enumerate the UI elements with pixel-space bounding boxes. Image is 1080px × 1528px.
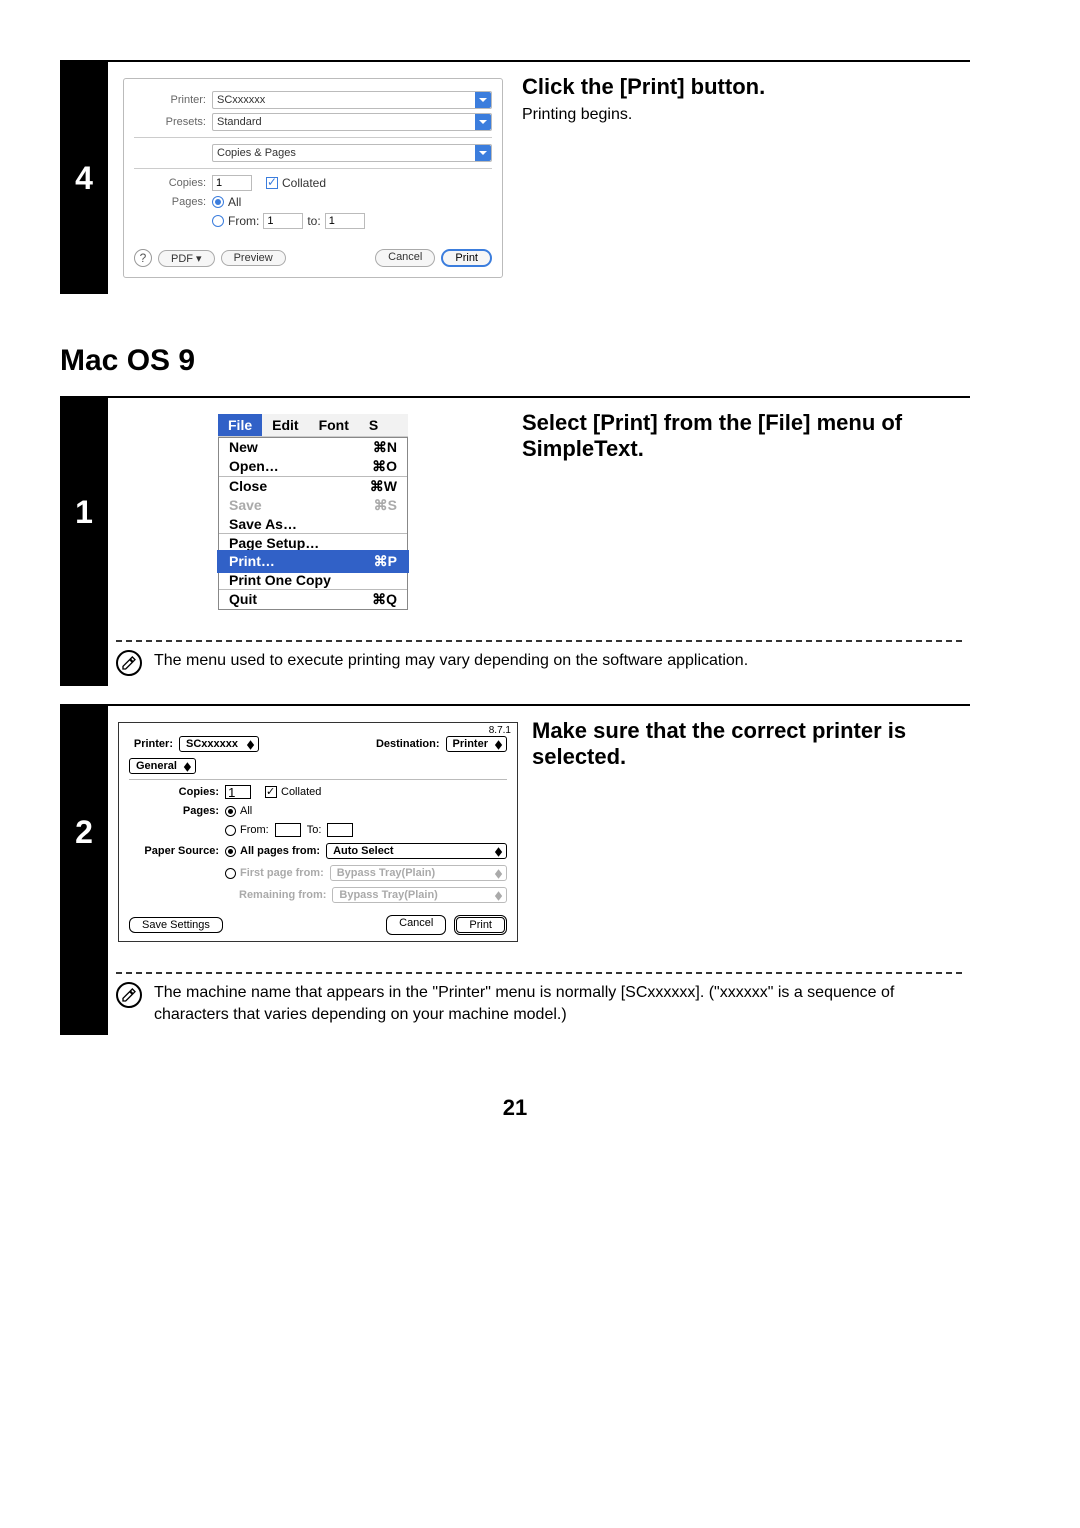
- menu-item[interactable]: Print…⌘P: [219, 552, 407, 571]
- step-2-block: 2 8.7.1 Printer: SCxxxxxx Destination: P…: [60, 704, 970, 958]
- menu-item[interactable]: New⌘N: [219, 438, 407, 457]
- presets-select[interactable]: Standard: [212, 113, 492, 131]
- menubar: File Edit Font S: [218, 414, 408, 437]
- step-4-desc: Printing begins.: [522, 106, 970, 124]
- print-button[interactable]: Print: [441, 249, 492, 267]
- menubar-file[interactable]: File: [218, 414, 262, 436]
- os9-dest-label: Destination:: [376, 738, 446, 750]
- help-button[interactable]: ?: [134, 249, 152, 267]
- os9-print-button[interactable]: Print: [454, 915, 507, 935]
- menu-item[interactable]: Close⌘W: [219, 477, 407, 496]
- step-4-block: 4 Printer: SCxxxxxx Presets: Standard Co: [60, 60, 970, 294]
- step-2-title: Make sure that the correct printer is se…: [532, 718, 970, 770]
- pages-all-label: All: [228, 195, 241, 209]
- menu-item[interactable]: Quit⌘Q: [219, 590, 407, 609]
- page-number: 21: [60, 1095, 970, 1121]
- menu-item[interactable]: Open…⌘O: [219, 457, 407, 476]
- menu-item[interactable]: Save⌘S: [219, 496, 407, 515]
- pages-range-radio[interactable]: [212, 215, 224, 227]
- panel-value: Copies & Pages: [217, 147, 296, 159]
- step-2-screenshot: 8.7.1 Printer: SCxxxxxx Destination: Pri…: [108, 706, 518, 958]
- os9-copies-label: Copies:: [129, 786, 225, 798]
- step-2-note-row: The machine name that appears in the "Pr…: [60, 958, 970, 1035]
- chevron-down-icon: [475, 114, 491, 130]
- copies-input[interactable]: [212, 175, 252, 191]
- os9-pages-label: Pages:: [129, 805, 225, 817]
- manual-page: 4 Printer: SCxxxxxx Presets: Standard Co: [0, 0, 1080, 1161]
- step-4-number: 4: [60, 62, 108, 294]
- os9-firstpage-label: First page from:: [240, 867, 324, 879]
- os9-tab-select[interactable]: General: [129, 758, 196, 774]
- os9-remaining-select[interactable]: Bypass Tray(Plain): [332, 887, 507, 903]
- pencil-note-icon: [116, 650, 142, 676]
- menubar-s[interactable]: S: [359, 414, 388, 436]
- to-label: to:: [307, 214, 320, 228]
- chevron-down-icon: [475, 145, 491, 161]
- macos9-heading: Mac OS 9: [60, 344, 970, 378]
- menubar-edit[interactable]: Edit: [262, 414, 308, 436]
- step-2-number: 2: [60, 706, 108, 958]
- pencil-note-icon: [116, 982, 142, 1008]
- os9-copies-input[interactable]: [225, 785, 251, 799]
- copies-label: Copies:: [134, 177, 212, 189]
- pages-all-radio[interactable]: [212, 196, 224, 208]
- to-input[interactable]: [325, 213, 365, 229]
- printer-value: SCxxxxxx: [217, 94, 265, 106]
- os9-to-label: To:: [307, 824, 322, 836]
- pdf-button[interactable]: PDF ▾: [158, 250, 215, 267]
- os9-to-input[interactable]: [327, 823, 353, 837]
- step-1-note-text: The menu used to execute printing may va…: [154, 650, 748, 672]
- os9-remaining-label: Remaining from:: [239, 889, 326, 901]
- os9-collated-checkbox[interactable]: [265, 786, 277, 798]
- os9-pages-range-radio[interactable]: [225, 825, 236, 836]
- file-menu: File Edit Font S New⌘NOpen…⌘OClose⌘WSave…: [218, 414, 408, 610]
- step-1-block: 1 File Edit Font S New⌘NOpen…⌘OClose⌘WSa…: [60, 396, 970, 626]
- collated-checkbox[interactable]: [266, 177, 278, 189]
- printer-select[interactable]: SCxxxxxx: [212, 91, 492, 109]
- os9-firstpage-radio[interactable]: [225, 868, 236, 879]
- presets-value: Standard: [217, 116, 262, 128]
- chevron-down-icon: [475, 92, 491, 108]
- osx-print-dialog: Printer: SCxxxxxx Presets: Standard Copi…: [123, 78, 503, 278]
- step-1-note-row: The menu used to execute printing may va…: [60, 626, 970, 686]
- os9-firstpage-select[interactable]: Bypass Tray(Plain): [330, 865, 507, 881]
- os9-savesettings-button[interactable]: Save Settings: [129, 917, 223, 933]
- step-2-note-text: The machine name that appears in the "Pr…: [154, 982, 962, 1025]
- menu-item[interactable]: Page Setup…: [219, 534, 407, 552]
- os9-collated-label: Collated: [281, 786, 321, 798]
- os9-from-label: From:: [240, 824, 269, 836]
- step-4-title: Click the [Print] button.: [522, 74, 970, 100]
- os9-pages-all-radio[interactable]: [225, 806, 236, 817]
- os9-printer-label: Printer:: [129, 738, 179, 750]
- os9-dest-select[interactable]: Printer: [446, 736, 507, 752]
- panel-select[interactable]: Copies & Pages: [212, 144, 492, 162]
- os9-cancel-button[interactable]: Cancel: [386, 915, 446, 935]
- cancel-button[interactable]: Cancel: [375, 249, 435, 267]
- file-menu-dropdown: New⌘NOpen…⌘OClose⌘WSave⌘SSave As…Page Se…: [218, 437, 408, 610]
- menu-item[interactable]: Print One Copy: [219, 571, 407, 589]
- menu-item[interactable]: Save As…: [219, 515, 407, 533]
- os9-allpages-radio[interactable]: [225, 846, 236, 857]
- step-1-number: 1: [60, 398, 108, 626]
- presets-label: Presets:: [134, 116, 212, 128]
- pages-label: Pages:: [134, 196, 212, 208]
- os9-print-dialog: 8.7.1 Printer: SCxxxxxx Destination: Pri…: [118, 722, 518, 942]
- from-input[interactable]: [263, 213, 303, 229]
- collated-label: Collated: [282, 176, 326, 190]
- os9-from-input[interactable]: [275, 823, 301, 837]
- preview-button[interactable]: Preview: [221, 250, 286, 266]
- from-label: From:: [228, 214, 259, 228]
- step-4-screenshot: Printer: SCxxxxxx Presets: Standard Copi…: [108, 62, 508, 294]
- printer-label: Printer:: [134, 94, 212, 106]
- os9-allpages-select[interactable]: Auto Select: [326, 843, 507, 859]
- os9-papersrc-label: Paper Source:: [129, 845, 225, 857]
- step-1-screenshot: File Edit Font S New⌘NOpen…⌘OClose⌘WSave…: [108, 398, 508, 626]
- menubar-font[interactable]: Font: [309, 414, 359, 436]
- step-1-title: Select [Print] from the [File] menu of S…: [522, 410, 970, 462]
- os9-allpages-label: All pages from:: [240, 845, 320, 857]
- os9-all-label: All: [240, 805, 252, 817]
- os9-printer-select[interactable]: SCxxxxxx: [179, 736, 259, 752]
